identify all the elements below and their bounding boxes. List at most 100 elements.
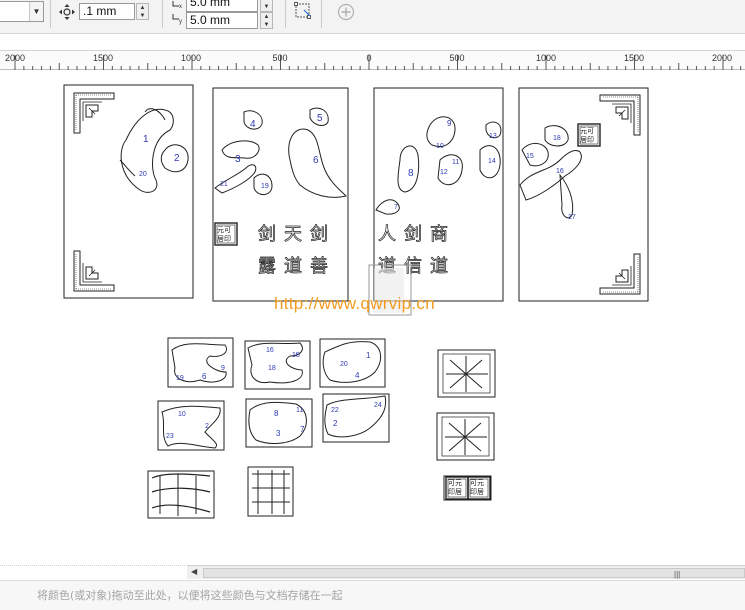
ruler-label: 500 xyxy=(449,53,465,63)
svg-text:10: 10 xyxy=(436,143,444,150)
chevron-down-icon[interactable]: ▼ xyxy=(29,2,43,21)
svg-text:16: 16 xyxy=(556,168,564,175)
artwork: 1 2 20 4 3 5 6 19 21 元可 居印 剑天剑 露道善 9 10 … xyxy=(63,84,649,519)
page-tabs-area[interactable] xyxy=(0,565,185,579)
scroll-left-icon[interactable]: ◀ xyxy=(191,567,197,576)
panel-3[interactable]: 9 10 8 7 12 11 13 14 人剑商 道信道 xyxy=(368,87,504,316)
palette-hint-text: 将颜色(或对象)拖动至此处，以便将这些颜色与文档存储在一起 xyxy=(37,589,343,602)
svg-text:可元: 可元 xyxy=(470,479,484,487)
svg-text:9: 9 xyxy=(447,119,452,128)
svg-text:印居: 印居 xyxy=(470,488,484,496)
seal-text: 居印 xyxy=(217,235,231,243)
svg-text:1: 1 xyxy=(366,351,371,360)
scrollbar-track[interactable]: ||| xyxy=(203,568,745,579)
svg-text:6: 6 xyxy=(313,155,319,166)
duplicate-x-spinner[interactable]: ▲ ▼ xyxy=(260,0,273,12)
svg-text:15: 15 xyxy=(292,352,300,359)
svg-text:15: 15 xyxy=(526,153,534,160)
nudge-distance-icon xyxy=(59,4,75,20)
toolbar-separator xyxy=(50,0,51,28)
svg-text:可元: 可元 xyxy=(448,479,462,487)
nudge-spinner[interactable]: ▲ ▼ xyxy=(136,3,149,20)
piece-number: 2 xyxy=(174,153,180,164)
nudge-distance-field[interactable]: .1 mm xyxy=(79,3,135,20)
ruler-label: 0 xyxy=(366,53,372,63)
spin-down-icon[interactable]: ▼ xyxy=(137,12,148,20)
panel-2[interactable]: 4 3 5 6 19 21 元可 居印 剑天剑 露道善 xyxy=(212,87,349,302)
svg-text:14: 14 xyxy=(488,158,496,165)
duplicate-distance-icon: x y xyxy=(172,1,182,25)
duplicate-x-field[interactable]: 5.0 mm xyxy=(186,0,258,12)
svg-text:24: 24 xyxy=(374,402,382,409)
watermark-url: http://www.qwrvip.cn xyxy=(274,294,435,313)
svg-text:y: y xyxy=(179,19,182,25)
svg-text:23: 23 xyxy=(166,433,174,440)
toolbar-separator xyxy=(285,0,286,28)
add-plus-icon[interactable] xyxy=(337,3,355,21)
coreldraw-window: ▼ .1 mm ▲ ▼ x y 5.0 mm ▲ ▼ 5.0 mm ▲ ▼ xyxy=(0,0,745,610)
ruler-label: 500 xyxy=(272,53,288,63)
svg-text:4: 4 xyxy=(355,371,360,380)
drawing-canvas[interactable]: 1 2 20 4 3 5 6 19 21 元可 居印 剑天剑 露道善 9 10 … xyxy=(0,70,745,564)
svg-text:10: 10 xyxy=(178,411,186,418)
horizontal-ruler[interactable]: 2000 1500 1000 500 0 500 1000 1500 2000 xyxy=(0,50,745,70)
parts-row-2[interactable]: 23 10 2 11 8 3 7 22 2 24 xyxy=(157,393,390,451)
calligraphy-text: 剑天剑 xyxy=(258,224,336,245)
svg-text:7: 7 xyxy=(300,425,305,434)
spin-up-icon[interactable]: ▲ xyxy=(261,13,272,21)
calligraphy-text: 露道善 xyxy=(258,256,336,277)
panel-1[interactable]: 1 2 20 xyxy=(63,84,194,299)
document-palette-bar[interactable]: 将颜色(或对象)拖动至此处，以便将这些颜色与文档存储在一起 xyxy=(0,580,745,610)
ruler-label: 1000 xyxy=(180,53,202,63)
svg-text:7: 7 xyxy=(394,204,398,211)
svg-text:4: 4 xyxy=(250,119,256,130)
svg-text:3: 3 xyxy=(276,429,281,438)
panel-4[interactable]: 元可 居印 18 16 17 15 xyxy=(518,87,649,302)
svg-text:x: x xyxy=(179,4,182,10)
svg-text:居印: 居印 xyxy=(580,136,594,144)
parts-row-3[interactable] xyxy=(147,466,294,519)
ruler-label: 2000 xyxy=(711,53,733,63)
svg-text:19: 19 xyxy=(176,375,184,382)
svg-text:21: 21 xyxy=(220,181,228,188)
svg-text:16: 16 xyxy=(266,347,274,354)
spin-up-icon[interactable]: ▲ xyxy=(137,4,148,12)
ruler-label: 1000 xyxy=(535,53,557,63)
svg-text:2: 2 xyxy=(205,423,209,430)
ruler-label: 1500 xyxy=(92,53,114,63)
piece-number: 20 xyxy=(139,171,147,178)
svg-text:3: 3 xyxy=(235,154,241,165)
svg-text:6: 6 xyxy=(202,372,207,381)
svg-text:12: 12 xyxy=(440,169,448,176)
property-bar: ▼ .1 mm ▲ ▼ x y 5.0 mm ▲ ▼ 5.0 mm ▲ ▼ xyxy=(0,0,745,34)
piece-number: 1 xyxy=(143,134,149,145)
treat-as-filled-button[interactable] xyxy=(291,0,313,22)
svg-text:17: 17 xyxy=(568,214,576,221)
svg-text:元可: 元可 xyxy=(580,127,594,135)
ornament-tiles[interactable]: 可元 印居 可元 印居 xyxy=(436,349,496,501)
svg-text:18: 18 xyxy=(268,365,276,372)
toolbar-separator xyxy=(162,0,163,28)
calligraphy-text: 人剑商 xyxy=(378,224,456,245)
spin-down-icon[interactable]: ▼ xyxy=(261,3,272,11)
svg-text:印居: 印居 xyxy=(448,488,462,496)
ruler-label: 2000 xyxy=(4,53,26,63)
scrollbar-grip-icon[interactable]: ||| xyxy=(674,570,680,579)
svg-text:20: 20 xyxy=(340,361,348,368)
ruler-label: 1500 xyxy=(623,53,645,63)
units-dropdown[interactable]: ▼ xyxy=(0,1,44,22)
svg-text:8: 8 xyxy=(274,409,279,418)
svg-text:19: 19 xyxy=(261,183,269,190)
svg-text:9: 9 xyxy=(221,365,225,372)
duplicate-y-spinner[interactable]: ▲ ▼ xyxy=(260,12,273,29)
svg-text:5: 5 xyxy=(317,113,323,124)
svg-text:11: 11 xyxy=(452,159,459,166)
svg-text:13: 13 xyxy=(489,133,497,140)
svg-text:8: 8 xyxy=(408,168,414,179)
bounding-box-icon xyxy=(294,2,311,19)
spin-down-icon[interactable]: ▼ xyxy=(261,21,272,29)
duplicate-y-field[interactable]: 5.0 mm xyxy=(186,12,258,29)
horizontal-scrollbar[interactable]: ◀ ||| xyxy=(187,565,745,579)
toolbar-separator xyxy=(321,0,322,28)
parts-row-1[interactable]: 19 6 9 16 15 18 20 4 1 xyxy=(167,337,386,390)
